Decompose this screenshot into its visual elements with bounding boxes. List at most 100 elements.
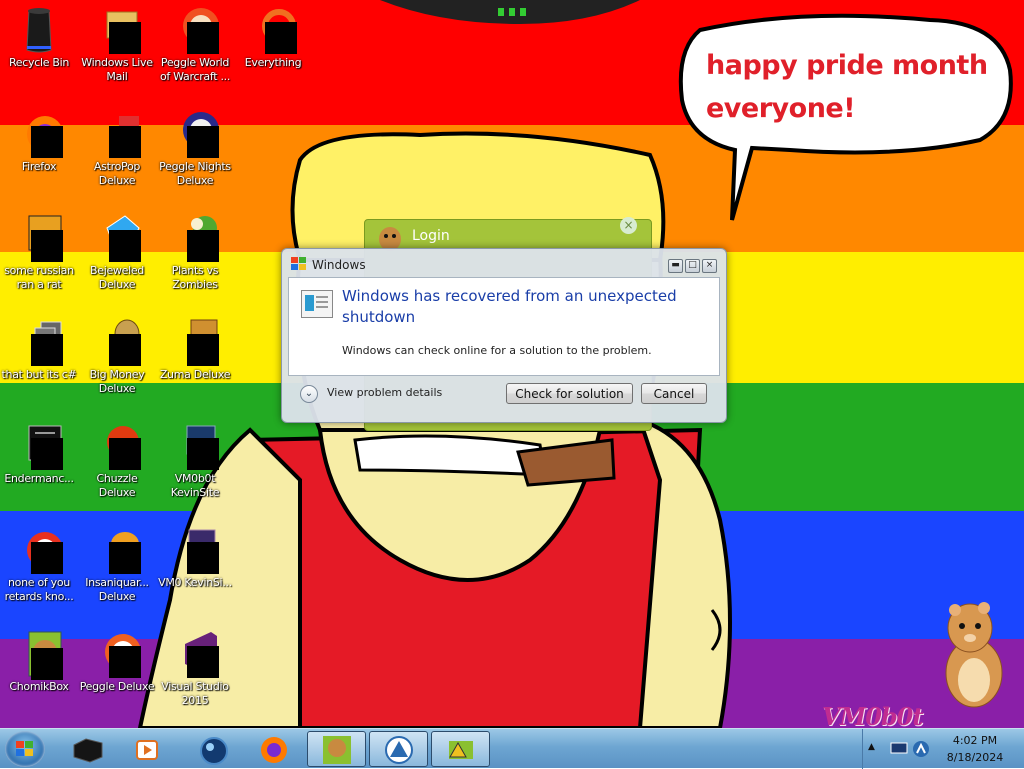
desktop-icon-astropop-deluxe[interactable]: AstroPop Deluxe bbox=[78, 110, 156, 188]
dialog-message: Windows can check online for a solution … bbox=[342, 344, 652, 357]
desktop-icon-plants-vs-zombies[interactable]: Plants vs Zombies bbox=[156, 214, 234, 292]
redaction-box bbox=[265, 22, 297, 54]
desktop-icon-label: none of you retards kno... bbox=[4, 576, 74, 603]
desktop-icon-label: Chuzzle Deluxe bbox=[96, 472, 138, 499]
desktop-icon-label: Insaniquar... Deluxe bbox=[85, 576, 149, 603]
redaction-box bbox=[109, 22, 141, 54]
login-close-button[interactable]: × bbox=[620, 217, 637, 234]
bubble-line-1: happy pride month bbox=[706, 50, 988, 81]
clock-time: 4:02 PM bbox=[952, 734, 998, 747]
desktop-icon-label: Bejeweled Deluxe bbox=[89, 264, 144, 291]
desktop-icon-peggle-deluxe[interactable]: Peggle Deluxe bbox=[78, 630, 156, 694]
dialog-heading: Windows has recovered from an unexpected… bbox=[342, 287, 677, 326]
desktop-icon-windows-live-mail[interactable]: Windows Live Mail bbox=[78, 6, 156, 84]
desktop-icon-insaniquarium-deluxe[interactable]: Insaniquar... Deluxe bbox=[78, 526, 156, 604]
network-icon[interactable] bbox=[912, 740, 930, 758]
desktop-icon-chomikbox[interactable]: ChomikBox bbox=[0, 630, 78, 694]
dialog-title: Windows bbox=[312, 258, 366, 272]
redaction-box bbox=[109, 230, 141, 262]
recovery-dialog[interactable]: Windows ▬ □ × Windows has recovered from… bbox=[281, 248, 727, 423]
folder-icon bbox=[449, 741, 473, 759]
media-player-icon bbox=[136, 740, 158, 760]
desktop-icon-none-of-you[interactable]: none of you retards kno... bbox=[0, 526, 78, 604]
close-button[interactable]: × bbox=[702, 259, 717, 273]
desktop: happy pride month everyone! VM0b0t Recyc… bbox=[0, 0, 1024, 728]
dialog-footer: ⌄ View problem details Check for solutio… bbox=[288, 376, 718, 416]
redaction-box bbox=[109, 126, 141, 158]
redaction-box bbox=[109, 646, 141, 678]
desktop-icon-label: Zuma Deluxe bbox=[159, 368, 231, 381]
tray-expand-button[interactable]: ▲ bbox=[868, 742, 875, 752]
desktop-icon-zuma-deluxe[interactable]: Zuma Deluxe bbox=[156, 318, 234, 382]
windows-flag-icon bbox=[16, 741, 33, 756]
desktop-icon-label: Plants vs Zombies bbox=[171, 264, 219, 291]
taskbar-app-folder[interactable] bbox=[431, 731, 490, 767]
desktop-icon-firefox[interactable]: Firefox bbox=[0, 110, 78, 174]
redaction-box bbox=[187, 646, 219, 678]
taskbar-media-player[interactable] bbox=[127, 731, 167, 767]
login-window-title: Login bbox=[412, 228, 450, 244]
taskbar: ▲ 4:02 PM 8/18/2024 bbox=[0, 728, 1024, 769]
chevron-down-icon[interactable]: ⌄ bbox=[300, 385, 318, 403]
hamster-gadget[interactable] bbox=[940, 598, 1012, 708]
bubble-line-2: everyone! bbox=[706, 93, 856, 124]
redaction-box bbox=[109, 542, 141, 574]
desktop-icon-big-money-deluxe[interactable]: Big Money Deluxe bbox=[78, 318, 156, 396]
taskbar-globe-app[interactable] bbox=[194, 731, 234, 767]
desktop-icon-endermanc[interactable]: Endermanc... bbox=[0, 422, 78, 486]
desktop-icon-label: Firefox bbox=[21, 160, 57, 173]
taskbar-firefox[interactable] bbox=[254, 731, 294, 767]
taskbar-chomikbox[interactable] bbox=[307, 731, 366, 767]
desktop-icon-some-russian-ran-a-rat[interactable]: e some russian ran a rat bbox=[0, 214, 78, 292]
redaction-box bbox=[31, 126, 63, 158]
desktop-icon-label: Peggle World of Warcraft ... bbox=[159, 56, 231, 83]
cancel-button[interactable]: Cancel bbox=[641, 383, 707, 404]
desktop-icon-peggle-nights-deluxe[interactable]: Peggle Nights Deluxe bbox=[156, 110, 234, 188]
firefox-icon bbox=[261, 737, 287, 763]
redaction-box bbox=[187, 22, 219, 54]
start-button[interactable] bbox=[5, 731, 45, 767]
desktop-icon-label: that but its c# bbox=[1, 368, 77, 381]
desktop-icon-bejeweled-deluxe[interactable]: Bejeweled Deluxe bbox=[78, 214, 156, 292]
monitor-icon[interactable] bbox=[890, 742, 908, 756]
desktop-icon-peggle-world-of-warcraft[interactable]: Peggle World of Warcraft ... bbox=[156, 6, 234, 84]
speech-bubble-text: happy pride month everyone! bbox=[706, 44, 996, 130]
desktop-icon-vm0-kevinsite[interactable]: VM0 KevinSi... bbox=[156, 526, 234, 590]
redaction-box bbox=[187, 438, 219, 470]
desktop-icon-everything[interactable]: Everything bbox=[234, 6, 312, 70]
redaction-box bbox=[31, 334, 63, 366]
globe-icon bbox=[200, 737, 228, 765]
desktop-icon-label: Recycle Bin bbox=[8, 56, 70, 69]
clock[interactable]: 4:02 PM 8/18/2024 bbox=[935, 732, 1015, 766]
redaction-box bbox=[31, 542, 63, 574]
minimize-button[interactable]: ▬ bbox=[668, 259, 683, 273]
redaction-box bbox=[31, 438, 63, 470]
desktop-icon-label: Visual Studio 2015 bbox=[161, 680, 229, 707]
problem-report-icon bbox=[301, 290, 333, 318]
desktop-icon-label: some russian ran a rat bbox=[4, 264, 74, 291]
tray-separator bbox=[862, 729, 863, 769]
desktop-icon-that-but-its-c[interactable]: that but its c# bbox=[0, 318, 78, 382]
redaction-box bbox=[31, 230, 63, 262]
dialog-title-bar[interactable]: Windows ▬ □ × bbox=[282, 249, 726, 277]
desktop-icon-vm0b0t-kevinsite[interactable]: VM0b0t KevinSite bbox=[156, 422, 234, 500]
redaction-box bbox=[31, 648, 63, 680]
desktop-icon-recycle-bin[interactable]: Recycle Bin bbox=[0, 6, 78, 70]
taskbar-app-triangle[interactable] bbox=[369, 731, 428, 767]
maximize-button[interactable]: □ bbox=[685, 259, 700, 273]
redaction-box bbox=[187, 126, 219, 158]
desktop-icon-label: Peggle Nights Deluxe bbox=[159, 160, 231, 187]
desktop-icon-label: AstroPop Deluxe bbox=[93, 160, 141, 187]
desktop-icon-chuzzle-deluxe[interactable]: Chuzzle Deluxe bbox=[78, 422, 156, 500]
hamster-icon bbox=[323, 736, 351, 764]
desktop-icon-label: Windows Live Mail bbox=[81, 56, 153, 83]
desktop-icon-visual-studio-2015[interactable]: Visual Studio 2015 bbox=[156, 630, 234, 708]
desktop-icon-label: ChomikBox bbox=[9, 680, 69, 693]
desktop-icon-label: Peggle Deluxe bbox=[79, 680, 155, 693]
desktop-icon-label: Endermanc... bbox=[4, 472, 74, 485]
check-for-solution-button[interactable]: Check for solution bbox=[506, 383, 633, 404]
view-problem-details-link[interactable]: View problem details bbox=[327, 386, 442, 399]
watermark-text: VM0b0t bbox=[822, 702, 923, 728]
taskbar-black-box-app[interactable] bbox=[66, 731, 110, 767]
redaction-box bbox=[187, 542, 219, 574]
